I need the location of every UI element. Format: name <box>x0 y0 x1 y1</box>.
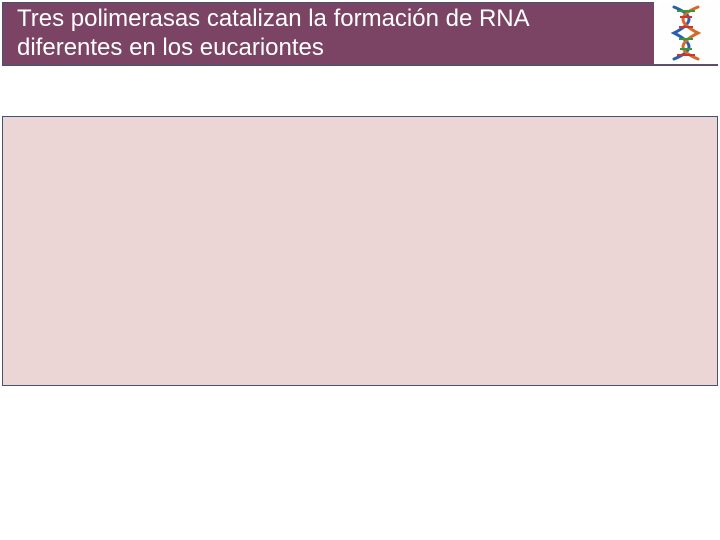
slide-body-placeholder <box>2 116 718 386</box>
slide-title: Tres polimerasas catalizan la formación … <box>3 5 530 63</box>
slide-title-line2: diferentes en los eucariontes <box>17 34 324 61</box>
slide-title-line1: Tres polimerasas catalizan la formación … <box>17 5 530 32</box>
slide-header: Tres polimerasas catalizan la formación … <box>2 2 718 66</box>
dna-helix-icon <box>654 2 718 64</box>
